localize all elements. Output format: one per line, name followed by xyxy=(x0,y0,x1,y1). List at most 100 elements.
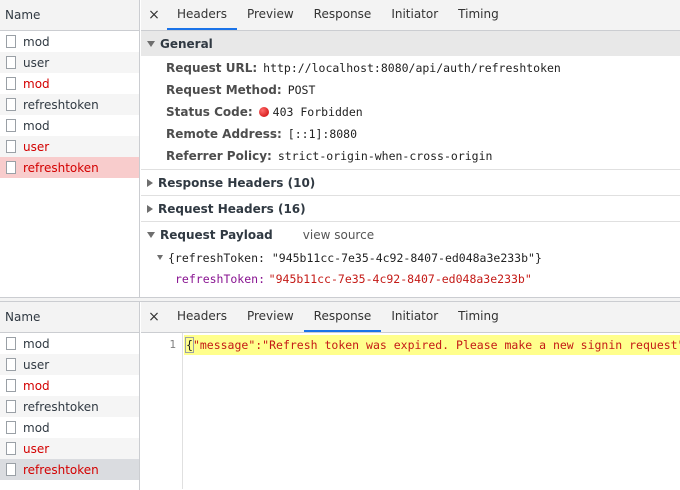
payload-summary: {refreshToken: "945b11cc-7e35-4c92-8407-… xyxy=(168,250,542,265)
referrer-policy-value: strict-origin-when-cross-origin xyxy=(277,149,493,163)
tab-response[interactable]: Response xyxy=(303,302,382,332)
detail-tabbar: × Headers Preview Response Initiator Tim… xyxy=(141,302,680,333)
tab-timing[interactable]: Timing xyxy=(448,302,509,332)
triangle-down-icon xyxy=(147,231,155,238)
payload-summary-row[interactable]: {refreshToken: "945b11cc-7e35-4c92-8407-… xyxy=(141,247,680,268)
request-row-selected[interactable]: refreshtoken xyxy=(0,459,139,480)
request-payload-title: Request Payload xyxy=(160,227,273,242)
triangle-down-icon xyxy=(147,40,155,47)
request-name: mod xyxy=(23,118,50,133)
response-code-view[interactable]: 1 {"message":"Refresh token was expired.… xyxy=(141,333,680,489)
general-section-header[interactable]: General xyxy=(141,31,680,56)
name-column-header[interactable]: Name xyxy=(0,0,139,31)
close-icon[interactable]: × xyxy=(141,0,167,30)
payload-value: "945b11cc-7e35-4c92-8407-ed048a3e233b" xyxy=(268,271,532,286)
request-name: mod xyxy=(23,76,50,91)
payload-property-row: refreshToken: "945b11cc-7e35-4c92-8407-e… xyxy=(141,268,680,289)
tab-initiator[interactable]: Initiator xyxy=(381,302,448,332)
file-icon xyxy=(6,442,16,455)
referrer-policy-row: Referrer Policy: strict-origin-when-cros… xyxy=(141,145,680,167)
request-method-label: Request Method: xyxy=(166,83,282,97)
triangle-right-icon xyxy=(147,178,153,187)
request-name: user xyxy=(23,139,50,154)
remote-address-row: Remote Address: [::1]:8080 xyxy=(141,123,680,145)
file-icon xyxy=(6,463,16,476)
tab-headers[interactable]: Headers xyxy=(167,0,237,30)
request-name: refreshtoken xyxy=(23,160,99,175)
request-row[interactable]: mod xyxy=(0,333,139,354)
request-row[interactable]: mod xyxy=(0,115,139,136)
response-body-line[interactable]: {"message":"Refresh token was expired. P… xyxy=(184,335,680,355)
request-name: mod xyxy=(23,336,50,351)
request-row[interactable]: mod xyxy=(0,417,139,438)
request-detail: × Headers Preview Response Initiator Tim… xyxy=(141,302,680,490)
referrer-policy-label: Referrer Policy: xyxy=(166,149,272,163)
file-icon xyxy=(6,421,16,434)
network-pane-bottom: Name mod user mod refreshtoken mod user … xyxy=(0,302,680,490)
request-row[interactable]: refreshtoken xyxy=(0,94,139,115)
remote-address-label: Remote Address: xyxy=(166,127,282,141)
file-icon xyxy=(6,337,16,350)
tab-preview[interactable]: Preview xyxy=(237,0,304,30)
file-icon xyxy=(6,77,16,90)
request-name: refreshtoken xyxy=(23,462,99,477)
request-name: user xyxy=(23,55,50,70)
request-url-row: Request URL: http://localhost:8080/api/a… xyxy=(141,57,680,79)
name-column-header[interactable]: Name xyxy=(0,302,139,333)
request-row[interactable]: mod xyxy=(0,73,139,94)
triangle-right-icon xyxy=(147,204,153,213)
file-icon xyxy=(6,35,16,48)
request-row-selected[interactable]: refreshtoken xyxy=(0,157,139,178)
line-gutter: 1 xyxy=(141,333,183,489)
tab-headers[interactable]: Headers xyxy=(167,302,237,332)
remote-address-value: [::1]:8080 xyxy=(287,127,358,141)
file-icon xyxy=(6,358,16,371)
view-source-link[interactable]: view source xyxy=(303,228,374,242)
file-icon xyxy=(6,161,16,174)
network-pane-top: Name mod user mod refreshtoken mod user … xyxy=(0,0,680,297)
response-headers-title: Response Headers (10) xyxy=(158,175,316,190)
request-name: user xyxy=(23,441,50,456)
request-row[interactable]: user xyxy=(0,438,139,459)
status-error-dot-icon xyxy=(258,107,269,117)
request-list: Name mod user mod refreshtoken mod user … xyxy=(0,0,140,297)
request-row[interactable]: user xyxy=(0,354,139,375)
close-icon[interactable]: × xyxy=(141,302,167,332)
request-name: refreshtoken xyxy=(23,399,99,414)
payload-key: refreshToken: xyxy=(175,271,266,286)
open-brace: { xyxy=(185,337,194,353)
tab-timing[interactable]: Timing xyxy=(448,0,509,30)
detail-tabbar: × Headers Preview Response Initiator Tim… xyxy=(141,0,680,31)
file-icon xyxy=(6,400,16,413)
tab-initiator[interactable]: Initiator xyxy=(381,0,448,30)
status-code-row: Status Code: 403 Forbidden xyxy=(141,101,680,123)
general-title: General xyxy=(160,36,213,51)
request-list: Name mod user mod refreshtoken mod user … xyxy=(0,302,140,490)
tab-response[interactable]: Response xyxy=(304,0,382,30)
request-url-value: http://localhost:8080/api/auth/refreshto… xyxy=(263,61,561,75)
response-body: "message":"Refresh token was expired. Pl… xyxy=(192,338,680,352)
request-name: refreshtoken xyxy=(23,97,99,112)
request-name: mod xyxy=(23,378,50,393)
request-url-label: Request URL: xyxy=(166,61,258,75)
status-code-value: 403 Forbidden xyxy=(272,105,363,119)
request-row[interactable]: mod xyxy=(0,375,139,396)
file-icon xyxy=(6,56,16,69)
tab-preview[interactable]: Preview xyxy=(237,302,304,332)
request-row[interactable]: mod xyxy=(0,31,139,52)
request-row[interactable]: refreshtoken xyxy=(0,396,139,417)
file-icon xyxy=(6,379,16,392)
file-icon xyxy=(6,119,16,132)
line-number: 1 xyxy=(169,338,176,351)
file-icon xyxy=(6,140,16,153)
request-headers-title: Request Headers (16) xyxy=(158,201,306,216)
response-headers-section[interactable]: Response Headers (10) xyxy=(141,170,680,195)
request-row[interactable]: user xyxy=(0,136,139,157)
request-name: user xyxy=(23,357,50,372)
request-payload-section[interactable]: Request Payload view source xyxy=(141,222,680,247)
request-headers-section[interactable]: Request Headers (16) xyxy=(141,196,680,221)
request-row[interactable]: user xyxy=(0,52,139,73)
request-name: mod xyxy=(23,420,50,435)
status-code-label: Status Code: xyxy=(166,105,253,119)
triangle-down-icon xyxy=(157,255,163,260)
